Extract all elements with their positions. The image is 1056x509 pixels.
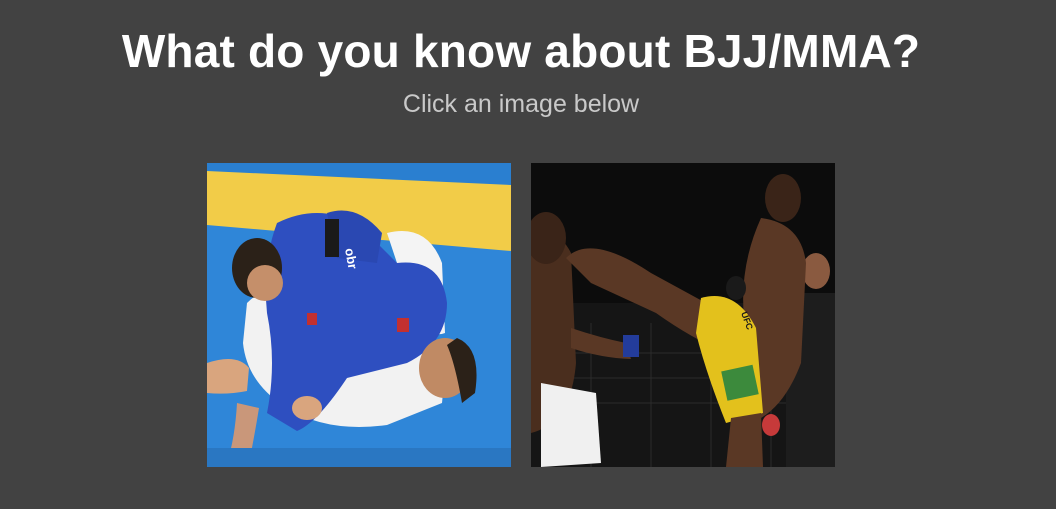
mma-image-button[interactable]: UFC	[531, 163, 835, 467]
mma-head-kick-photo: UFC	[531, 163, 835, 467]
quiz-landing-page: What do you know about BJJ/MMA? Click an…	[0, 0, 1056, 509]
page-title: What do you know about BJJ/MMA?	[121, 25, 921, 77]
page-subtitle: Click an image below	[402, 90, 640, 118]
bjj-image-button[interactable]: obr	[207, 163, 511, 467]
bjj-grappling-photo: obr	[207, 163, 511, 467]
